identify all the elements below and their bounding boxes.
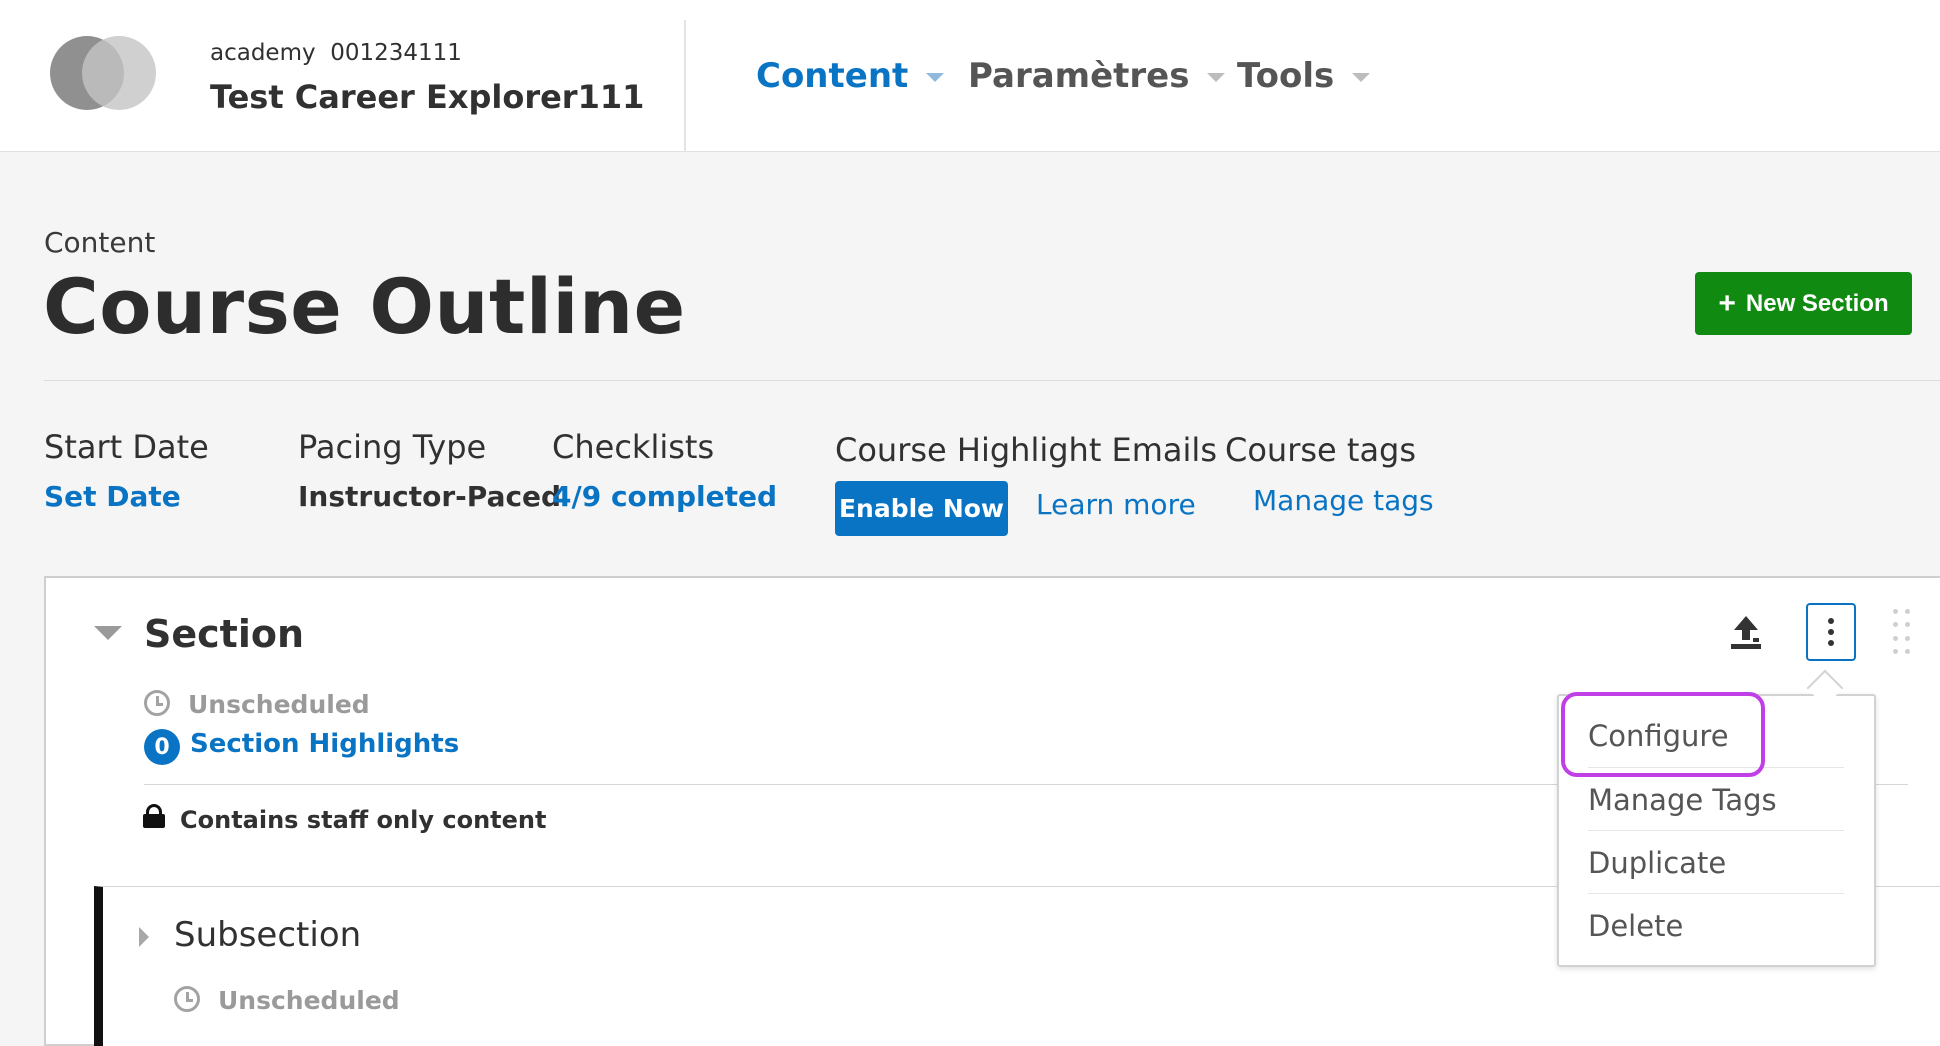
- logo-circle-right: [82, 36, 156, 110]
- nav-tools-menu[interactable]: Tools: [1237, 56, 1371, 96]
- breadcrumb: Content: [44, 226, 156, 259]
- subsection-expand-toggle-icon[interactable]: [139, 927, 149, 947]
- pacing-type-label: Pacing Type: [298, 428, 487, 466]
- menu-item-delete[interactable]: Delete: [1588, 894, 1844, 957]
- menu-item-manage-tags[interactable]: Manage Tags: [1588, 768, 1844, 831]
- checklists-label: Checklists: [552, 428, 715, 466]
- nav-settings-menu[interactable]: Paramètres: [968, 56, 1226, 96]
- chevron-down-icon: [1207, 72, 1226, 82]
- section-title[interactable]: Section: [144, 612, 304, 656]
- new-section-button[interactable]: + New Section: [1695, 272, 1912, 335]
- start-date-label: Start Date: [44, 428, 209, 466]
- learn-more-link[interactable]: Learn more: [1036, 488, 1196, 521]
- enable-now-button[interactable]: Enable Now: [835, 481, 1008, 536]
- staff-only-notice: Contains staff only content: [180, 806, 547, 834]
- course-org-number: academy 001234111: [210, 40, 462, 66]
- title-divider: [44, 380, 1940, 381]
- kebab-dot-icon: [1828, 640, 1834, 646]
- course-header: academy 001234111 Test Career Explorer11…: [0, 0, 1940, 152]
- course-tags-label: Course tags: [1225, 431, 1417, 469]
- plus-icon: +: [1718, 286, 1736, 320]
- section-highlights-link[interactable]: Section Highlights: [190, 729, 459, 759]
- manage-tags-link[interactable]: Manage tags: [1253, 484, 1434, 517]
- section-collapse-toggle-icon[interactable]: [94, 626, 122, 640]
- lock-icon: [143, 804, 165, 828]
- drag-handle-icon[interactable]: [1893, 609, 1911, 657]
- section-status: Unscheduled: [188, 690, 370, 719]
- kebab-dot-icon: [1828, 629, 1834, 635]
- section-actions-menu-button[interactable]: [1806, 603, 1856, 661]
- page-title: Course Outline: [43, 262, 686, 351]
- set-date-link[interactable]: Set Date: [44, 480, 181, 513]
- checklists-progress-link[interactable]: 4/9 completed: [552, 480, 777, 513]
- nav-content-label: Content: [756, 56, 909, 96]
- nav-content-menu[interactable]: Content: [756, 56, 945, 96]
- subsection-status: Unscheduled: [218, 986, 400, 1015]
- course-title: Test Career Explorer111: [210, 78, 645, 116]
- clock-icon: [144, 690, 170, 716]
- highlights-count-badge: 0: [144, 729, 180, 765]
- subsection-title[interactable]: Subsection: [174, 915, 361, 955]
- publish-upload-icon[interactable]: [1728, 614, 1764, 652]
- highlight-emails-label: Course Highlight Emails: [835, 431, 1217, 469]
- new-section-label: New Section: [1745, 289, 1889, 317]
- pacing-type-value: Instructor-Paced: [298, 480, 562, 513]
- menu-item-duplicate[interactable]: Duplicate: [1588, 831, 1844, 894]
- header-divider: [684, 20, 686, 152]
- nav-tools-label: Tools: [1237, 56, 1335, 96]
- chevron-down-icon: [926, 72, 945, 82]
- configure-highlight-outline: [1561, 692, 1765, 777]
- clock-icon: [174, 986, 200, 1012]
- org-logo[interactable]: [50, 36, 160, 110]
- kebab-dot-icon: [1828, 618, 1834, 624]
- chevron-down-icon: [1352, 72, 1371, 82]
- nav-settings-label: Paramètres: [968, 56, 1190, 96]
